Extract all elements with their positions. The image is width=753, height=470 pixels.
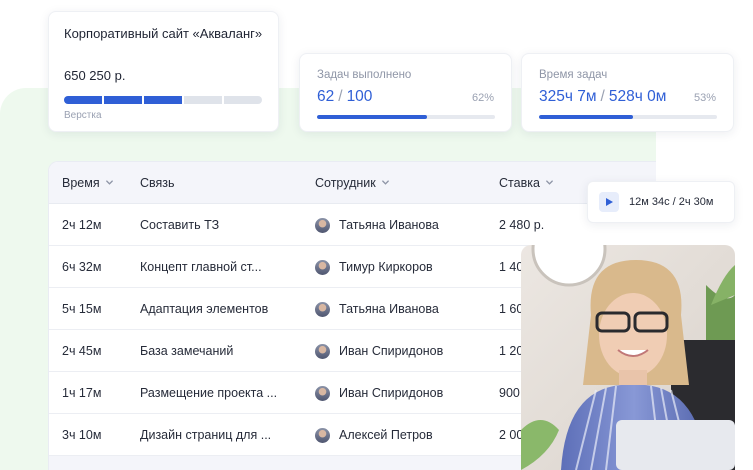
timer-text: 12м 34с / 2ч 30м [629,196,714,208]
row-employee: Иван Спиридонов [315,330,443,372]
avatar [315,385,330,401]
woman-portrait-image [521,245,735,470]
stat-progress-bar [317,115,495,119]
row-time: 2ч 12м [62,218,102,232]
row-employee: Иван Спиридонов [315,372,443,414]
header-rate-label: Ставка [499,175,540,190]
chevron-down-icon [546,180,553,185]
row-employee-name: Татьяна Иванова [339,302,439,316]
user-photo [521,245,735,470]
avatar [315,427,330,443]
avatar [315,259,330,275]
stat-value-total: 528ч 0м [608,88,667,105]
row-task: Концепт главной ст... [140,260,262,274]
row-task: Составить ТЗ [140,218,220,232]
row-rate: 1 40 [499,260,524,274]
header-task-label: Связь [140,175,175,190]
project-title: Корпоративный сайт «Акваланг» [64,26,263,41]
avatar [315,301,330,317]
row-time: 1ч 17м [62,386,102,400]
row-task: Адаптация элементов [140,302,269,316]
header-employee[interactable]: Сотрудник [315,176,390,190]
row-time: 3ч 10м [62,428,102,442]
stat-value-total: 100 [346,88,373,105]
row-employee: Татьяна Иванова [315,204,439,246]
stat-value: 62 / 100 [317,88,372,106]
progress-segment [224,96,262,104]
project-card[interactable]: Корпоративный сайт «Акваланг» 650 250 р.… [48,11,279,132]
stat-label: Задач выполнено [317,69,412,81]
row-employee: Татьяна Иванова [315,288,439,330]
chevron-down-icon [105,180,113,185]
avatar [315,343,330,359]
project-progress [64,96,262,104]
project-price: 650 250 р. [64,68,126,83]
stat-value-current: 62 [317,88,335,105]
row-time: 5ч 15м [62,302,102,316]
row-task: База замечаний [140,344,234,358]
row-employee-name: Иван Спиридонов [339,386,444,400]
stat-percent: 53% [693,92,716,104]
row-rate: 1 60 [499,302,524,316]
stat-value-separator: / [338,88,343,105]
chevron-down-icon [381,180,389,185]
table-header: Время Связь Сотрудник Ставка [49,162,656,204]
row-employee-name: Алексей Петров [339,428,433,442]
row-task: Размещение проекта ... [140,386,278,400]
stat-progress-fill [539,115,634,119]
stat-value-separator: / [600,88,605,105]
row-rate: 2 00 [499,428,524,442]
progress-segment [104,96,142,104]
row-employee-name: Татьяна Иванова [339,218,439,232]
row-rate: 1 20 [499,344,524,358]
row-time: 6ч 32м [62,260,102,274]
stat-value: 325ч 7м / 528ч 0м [539,88,666,106]
progress-segment [184,96,222,104]
stat-value-current: 325ч 7м [539,88,597,105]
stat-percent: 62% [471,92,494,104]
avatar [315,217,330,233]
timer-widget[interactable]: 12м 34с / 2ч 30м [587,181,735,223]
play-button[interactable] [599,192,619,212]
row-employee-name: Иван Спиридонов [339,344,444,358]
progress-segment [64,96,102,104]
stat-label: Время задач [539,69,608,81]
play-icon [605,198,613,206]
tasks-done-card: Задач выполнено 62 / 100 62% [299,53,512,132]
row-employee: Тимур Киркоров [315,246,433,288]
stat-progress-bar [539,115,717,119]
row-task: Дизайн страниц для ... [140,428,272,442]
row-rate: 900 [499,386,520,400]
row-employee: Алексей Петров [315,414,433,456]
row-employee-name: Тимур Киркоров [339,260,433,274]
row-rate: 2 480 р. [499,218,545,232]
header-task[interactable]: Связь [140,176,175,190]
header-rate[interactable]: Ставка [499,176,554,190]
header-time-label: Время [62,175,100,190]
header-employee-label: Сотрудник [315,175,376,190]
progress-segment [144,96,182,104]
table-row[interactable]: 2ч 12м Составить ТЗ Татьяна Иванова 2 48… [49,204,656,246]
header-time[interactable]: Время [62,176,114,190]
stat-progress-fill [317,115,428,119]
project-stage: Верстка [64,110,102,121]
tasks-time-card: Время задач 325ч 7м / 528ч 0м 53% [521,53,734,132]
row-time: 2ч 45м [62,344,102,358]
